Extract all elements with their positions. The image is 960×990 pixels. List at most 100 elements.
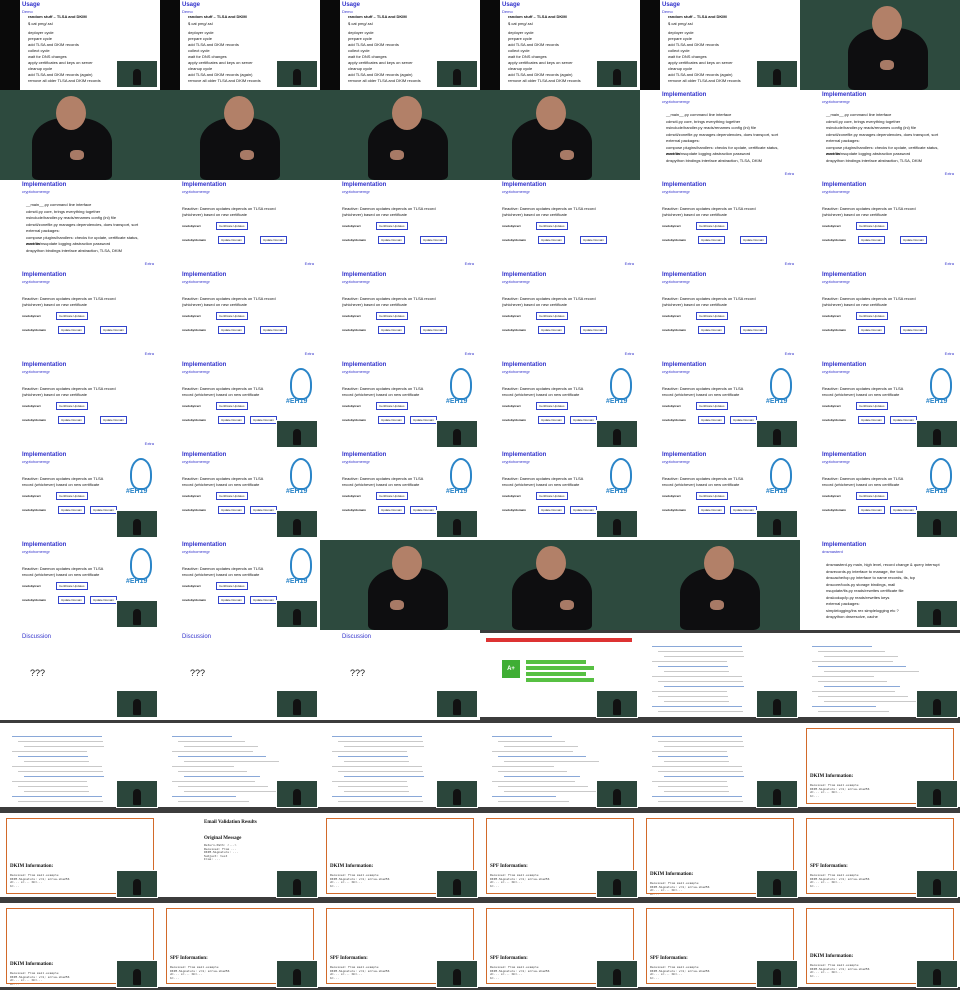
slide-subtitle: cryptohomemgr	[182, 279, 210, 284]
slide-footer: Extra	[784, 351, 794, 356]
slide-title: Implementation	[342, 182, 387, 188]
row-label-domain: nsvdoby/domain	[502, 508, 526, 512]
frame-cell: Implementation cryptohomemgr Reactive: Dae…	[640, 270, 800, 360]
row-label-cert: nsvdoby/cert	[182, 314, 201, 318]
frame-cell: Implementation cryptohomemgr Reactive: Dae…	[800, 360, 960, 450]
row-label-cert: nsvdoby/cert	[182, 584, 201, 588]
row-label-cert: nsvdoby/cert	[822, 404, 841, 408]
row-label-domain: nsvdoby/domain	[822, 508, 846, 512]
speaker-inset	[276, 870, 318, 898]
frame-cell: Implementation cryptohomemgr Reactive: Dae…	[800, 180, 960, 270]
row-label-cert: nsvdoby/cert	[502, 494, 521, 498]
slide-item: cdmctl.py core, brings everything togeth…	[666, 118, 741, 124]
slide-item: cdmctl.py core, brings everything togeth…	[826, 118, 901, 124]
speaker-figure	[133, 519, 141, 535]
browser-toolbar	[640, 630, 800, 633]
frame-cell: SPF Information: Received: from mail.exam…	[480, 810, 640, 900]
slide-title: Implementation	[22, 362, 67, 368]
slide-item: zonefile/nsupdate logging abstraction pa…	[826, 151, 911, 156]
logo-text: #EH19	[606, 488, 628, 495]
slide-subtitle: cryptohomemgr	[182, 549, 210, 554]
speaker-figure	[453, 879, 461, 895]
slide-footer: Extra	[304, 351, 314, 356]
browser-toolbar	[0, 900, 160, 903]
browser-toolbar	[800, 720, 960, 723]
row-label-cert: nsvdoby/cert	[662, 494, 681, 498]
event-logo: #EH19	[764, 458, 794, 498]
update-domain-box: Update Domain	[218, 236, 245, 244]
row-label-cert: nsvdoby/cert	[662, 224, 681, 228]
frame-cell: Implementation cryptohomemgr __main__.py c…	[800, 90, 960, 180]
cert-update-box: Certificate Updates	[856, 402, 888, 410]
slide-footer: Extra	[304, 261, 314, 266]
update-domain-box-2: Update Domain	[260, 326, 287, 334]
reactive-text: Reactive: Daemon updates depends on TLSA…	[822, 296, 916, 307]
slide-subtitle: cryptohomemgr	[342, 189, 370, 194]
slide-cmd: $ cat pmg/.ssl	[348, 21, 373, 26]
update-domain-box: Update Domain	[858, 326, 885, 334]
event-logo: #EH19	[284, 368, 314, 408]
hare-logo-icon	[130, 458, 152, 490]
slide-title: Implementation	[502, 362, 547, 368]
slide-title: Implementation	[182, 362, 227, 368]
text-line	[658, 696, 728, 697]
slide-heading: random stuff – TLSA and DKIM	[28, 14, 87, 19]
speaker-inset	[116, 870, 158, 898]
slide-cmd: $ cat pmg/.ssl	[508, 21, 533, 26]
hare-logo-icon	[770, 458, 792, 490]
frame-cell: Implementation cryptohomemgr Reactive: Dae…	[640, 180, 800, 270]
speaker-inset	[756, 780, 798, 808]
speaker-inset	[436, 870, 478, 898]
contact-sheet: Usage Demo random stuff – TLSA and DKIM $ c…	[0, 0, 960, 990]
slide-title: Implementation	[822, 92, 867, 98]
event-logo: #EH19	[924, 368, 954, 408]
speaker-inset	[916, 780, 958, 808]
text-line	[652, 796, 742, 797]
speaker-figure	[453, 429, 461, 445]
speaker-inset	[436, 420, 478, 448]
slide-subtitle: cryptohomemgr	[822, 189, 850, 194]
speaker-figure	[933, 429, 941, 445]
slide-subtitle: cryptohomemgr	[822, 99, 850, 104]
update-domain-box-2: Update Domain	[740, 326, 767, 334]
update-domain-box-2: Update Domain	[900, 326, 927, 334]
slide-item: dnspython bindings interface abstraction…	[26, 247, 122, 253]
speaker-figure	[293, 609, 301, 625]
text-line	[338, 756, 408, 757]
slide-item: nsinclude/handler.py reads/renames confi…	[826, 125, 917, 130]
row-label-domain: nsvdoby/domain	[182, 418, 206, 422]
cert-update-box: Certificate Updates	[216, 582, 248, 590]
update-domain-box-2: Update Domain	[410, 506, 437, 514]
cert-update-box: Certificate Updates	[536, 312, 568, 320]
frame-cell: Implementation cryptohomemgr Reactive: Dae…	[320, 270, 480, 360]
cert-update-box: Certificate Updates	[696, 492, 728, 500]
text-line	[172, 796, 236, 797]
speaker-figure	[453, 69, 461, 85]
update-domain-box: Update Domain	[58, 506, 85, 514]
slide-subtitle: cryptohomemgr	[22, 549, 50, 554]
speaker-figure	[453, 519, 461, 535]
frame-cell: Implementation cryptohomemgr Reactive: Dae…	[160, 180, 320, 270]
speaker-inset	[116, 690, 158, 718]
speaker-head	[392, 96, 422, 130]
text-line	[18, 756, 88, 757]
speaker-hands	[240, 150, 254, 160]
cert-update-box: Certificate Updates	[56, 312, 88, 320]
cert-update-box: Certificate Updates	[56, 582, 88, 590]
slide-footer: Extra	[944, 171, 954, 176]
slide-subtitle: cryptohomemgr	[662, 99, 690, 104]
frame-cell: SPF Information: Received: from mail.exam…	[320, 900, 480, 990]
slide-item: dnspython bindings interface abstraction…	[826, 157, 922, 163]
row-label-cert: nsvdoby/cert	[22, 494, 41, 498]
frame-cell	[320, 540, 480, 630]
speaker-inset	[116, 60, 158, 88]
text-line	[664, 791, 729, 792]
update-domain-box-2: Update Domain	[580, 236, 607, 244]
email-validation-title: Email Validation Results	[204, 820, 257, 825]
speaker-figure	[933, 609, 941, 625]
slide-subtitle: cryptohomemgr	[662, 369, 690, 374]
row-label-cert: nsvdoby/cert	[502, 314, 521, 318]
cert-update-box: Certificate Updates	[56, 492, 88, 500]
reactive-text: Reactive: Daemon updates depends on TLSA…	[182, 206, 276, 217]
browser-toolbar	[480, 810, 640, 813]
